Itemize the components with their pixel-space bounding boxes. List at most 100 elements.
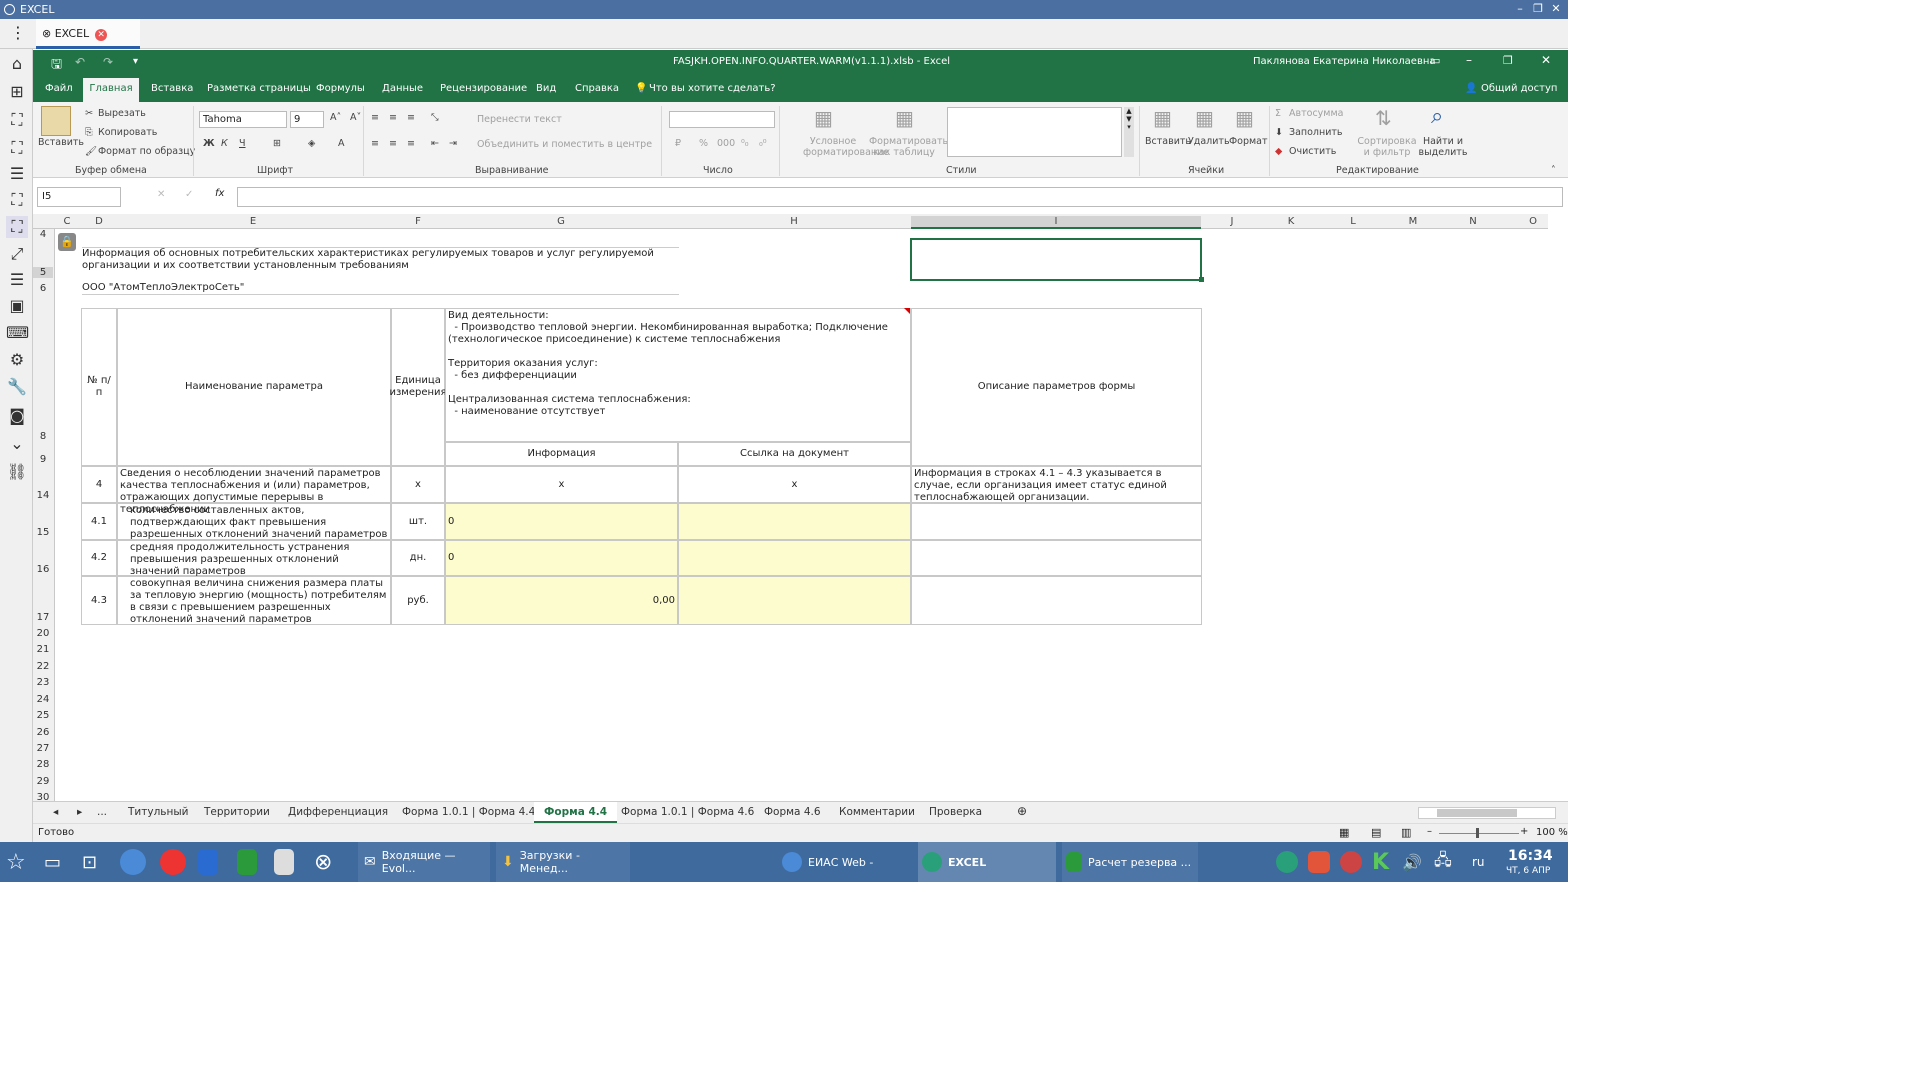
zoom-level[interactable]: 100 % bbox=[1536, 827, 1568, 838]
row-link[interactable]: x bbox=[678, 466, 911, 503]
shrink-font-icon[interactable]: A˅ bbox=[350, 112, 361, 123]
insert-function-icon[interactable]: fx bbox=[215, 188, 224, 199]
chevron-down-icon[interactable]: ⌄ bbox=[6, 433, 28, 455]
sheet-tab[interactable]: Дифференциация bbox=[288, 806, 388, 818]
align-right-icon[interactable]: ≡ bbox=[407, 138, 415, 149]
row-info-input[interactable]: 0,00 bbox=[445, 576, 678, 625]
decrease-indent-icon[interactable]: ⇤ bbox=[431, 138, 439, 149]
align-middle-icon[interactable]: ≡ bbox=[389, 112, 397, 123]
volume-icon[interactable]: 🔊 bbox=[1402, 842, 1422, 882]
paste-icon[interactable] bbox=[41, 106, 71, 136]
col-header[interactable]: H bbox=[678, 216, 910, 227]
close-circle-icon[interactable]: ⊗ bbox=[314, 842, 332, 882]
camera-icon[interactable]: ◙ bbox=[6, 405, 28, 427]
row-header-selected[interactable]: 5 bbox=[33, 267, 53, 278]
col-header[interactable]: J bbox=[1203, 216, 1261, 227]
align-center-icon[interactable]: ≡ bbox=[389, 138, 397, 149]
row-header[interactable]: 28 bbox=[33, 759, 53, 770]
row-header[interactable]: 26 bbox=[33, 727, 53, 738]
tab-view[interactable]: Вид bbox=[536, 83, 556, 94]
chromium-icon[interactable] bbox=[120, 842, 146, 882]
zoom-out-icon[interactable]: – bbox=[1427, 826, 1432, 837]
copy-icon[interactable]: ⎘ bbox=[85, 127, 93, 138]
redo-icon[interactable]: ↷ bbox=[103, 55, 113, 69]
decrease-decimal-icon[interactable]: ₀⁰ bbox=[759, 138, 767, 149]
row-unit[interactable]: шт. bbox=[391, 503, 445, 540]
yandex-browser-icon[interactable] bbox=[160, 842, 186, 882]
keyboard-icon[interactable]: ⌨ bbox=[6, 322, 29, 344]
row-header[interactable]: 16 bbox=[33, 564, 53, 575]
sheet-tab[interactable]: Форма 4.6 bbox=[764, 806, 821, 818]
cut-button[interactable]: Вырезать bbox=[98, 108, 146, 119]
col-header[interactable]: C bbox=[57, 216, 77, 227]
row-description[interactable] bbox=[911, 576, 1202, 625]
fill-button[interactable]: Заполнить bbox=[1289, 127, 1343, 138]
keyboard-layout[interactable]: ru bbox=[1472, 842, 1485, 882]
tray-office-icon[interactable] bbox=[1308, 842, 1330, 882]
sort-filter-icon[interactable]: ⇅ bbox=[1375, 106, 1392, 130]
enter-formula-icon[interactable]: ✓ bbox=[185, 189, 193, 200]
minimize-icon[interactable]: – bbox=[1512, 2, 1528, 15]
restore-icon[interactable]: ❐ bbox=[1530, 2, 1546, 15]
close-icon[interactable]: ✕ bbox=[1548, 2, 1564, 15]
link-icon[interactable]: ⛓ bbox=[6, 461, 28, 483]
taskbar-item-excel[interactable]: EXCEL bbox=[918, 842, 1056, 882]
collapse-ribbon-icon[interactable]: ˄ bbox=[1551, 165, 1556, 176]
row-info-input[interactable]: 0 bbox=[445, 503, 678, 540]
comment-indicator[interactable] bbox=[904, 308, 910, 314]
find-select-button[interactable]: Найти и выделить bbox=[1413, 136, 1473, 158]
select-area-icon[interactable]: ⛶ bbox=[6, 109, 28, 131]
save-icon[interactable]: 🖫 bbox=[51, 55, 62, 77]
tab-excel[interactable]: ⊗ EXCEL ✕ bbox=[36, 19, 140, 49]
autosum-button[interactable]: Автосумма bbox=[1289, 108, 1343, 119]
row-header[interactable]: 8 bbox=[33, 431, 53, 442]
menu-icon[interactable]: ☰ bbox=[6, 269, 28, 291]
currency-icon[interactable]: ₽ bbox=[675, 138, 681, 149]
insert-cells-button[interactable]: Вставить bbox=[1145, 136, 1191, 147]
col-header[interactable]: N bbox=[1443, 216, 1503, 227]
format-as-table-button[interactable]: Форматировать как таблицу bbox=[869, 136, 948, 158]
zoom-slider-thumb[interactable] bbox=[1476, 828, 1479, 838]
format-cells-icon[interactable]: ▦ bbox=[1235, 106, 1254, 130]
fill-handle[interactable] bbox=[1199, 277, 1204, 282]
formula-input[interactable] bbox=[237, 187, 1563, 207]
selected-cell-i5[interactable] bbox=[910, 238, 1202, 281]
tab-review[interactable]: Рецензирование bbox=[440, 83, 527, 94]
taskbar-item-mail[interactable]: ✉ Входящие — Evol... bbox=[358, 842, 490, 882]
add-window-icon[interactable]: ⊞ bbox=[6, 81, 28, 103]
share-button[interactable]: Общий доступ bbox=[1481, 83, 1557, 94]
clear-button[interactable]: Очистить bbox=[1289, 146, 1336, 157]
sheet-tab[interactable]: Комментарии bbox=[839, 806, 915, 818]
row-link-input[interactable] bbox=[678, 503, 911, 540]
row-header[interactable]: 27 bbox=[33, 743, 53, 754]
clock-time[interactable]: 16:34 bbox=[1508, 848, 1553, 864]
font-color-icon[interactable]: A bbox=[338, 138, 345, 149]
zoom-icon[interactable]: ⛶ bbox=[6, 216, 28, 238]
tab-help[interactable]: Справка bbox=[575, 83, 619, 94]
row-num[interactable]: 4.1 bbox=[81, 503, 117, 540]
document-clock-icon[interactable] bbox=[274, 842, 294, 882]
clear-icon[interactable]: ◆ bbox=[1275, 146, 1282, 157]
row-header[interactable]: 25 bbox=[33, 710, 53, 721]
list-icon[interactable]: ☰ bbox=[6, 163, 28, 185]
format-painter-icon[interactable]: 🖌 bbox=[85, 146, 97, 157]
horizontal-scroll-thumb[interactable] bbox=[1437, 809, 1517, 817]
format-painter-button[interactable]: Формат по образцу bbox=[98, 146, 195, 157]
calc-icon[interactable] bbox=[237, 842, 257, 882]
taskbar-item-eias[interactable]: ЕИАС Web - bbox=[778, 842, 914, 882]
underline-icon[interactable]: Ч bbox=[239, 138, 246, 149]
row-link-input[interactable] bbox=[678, 576, 911, 625]
row-header[interactable]: 17 bbox=[33, 612, 53, 623]
row-name[interactable]: средняя продолжительность устранения пре… bbox=[117, 540, 391, 577]
tell-me-search[interactable]: Что вы хотите сделать? bbox=[649, 83, 776, 94]
conditional-format-icon[interactable]: ▦ bbox=[814, 106, 833, 130]
page-layout-view-icon[interactable]: ▤ bbox=[1371, 826, 1381, 839]
xl-minimize-icon[interactable]: – bbox=[1466, 53, 1472, 67]
row-header[interactable]: 29 bbox=[33, 776, 53, 787]
home-icon[interactable]: ⌂ bbox=[6, 53, 28, 75]
cancel-formula-icon[interactable]: ✕ bbox=[157, 189, 165, 200]
row-name[interactable]: Сведения о несоблюдении значений парамет… bbox=[117, 466, 391, 515]
sheet-tab-more[interactable]: ... bbox=[97, 806, 107, 818]
align-top-icon[interactable]: ≡ bbox=[371, 112, 379, 123]
align-bottom-icon[interactable]: ≡ bbox=[407, 112, 415, 123]
